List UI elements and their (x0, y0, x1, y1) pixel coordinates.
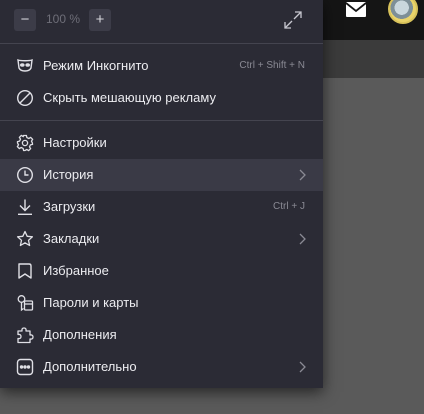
menu-item-label: Пароли и карты (43, 295, 139, 310)
clock-icon (16, 166, 34, 184)
menu-item-label: Избранное (43, 263, 109, 278)
menu-item-label: Режим Инкогнито (43, 58, 149, 73)
menu-item-hide-ads[interactable]: Скрыть мешающую рекламу (0, 82, 323, 114)
menu-item-incognito[interactable]: Режим Инкогнито Ctrl + Shift + N (0, 50, 323, 82)
menu-item-label: Дополнительно (43, 359, 137, 374)
menu-item-label: История (43, 167, 94, 182)
bookmark-icon (16, 262, 34, 280)
key-card-icon (16, 294, 34, 312)
menu-item-settings[interactable]: Настройки (0, 127, 323, 159)
browser-main-menu: − 100 % + Режим Инкогнито Ctrl + Shift +… (0, 0, 323, 388)
gear-icon (16, 134, 34, 152)
fullscreen-icon[interactable] (282, 9, 304, 31)
menu-item-extensions[interactable]: Дополнения (0, 319, 323, 351)
menu-item-label: Настройки (43, 135, 107, 150)
shortcut-text: Ctrl + J (273, 201, 305, 212)
block-ads-icon (16, 89, 34, 107)
shortcut-text: Ctrl + Shift + N (239, 60, 305, 71)
zoom-out-button[interactable]: − (14, 9, 36, 31)
star-icon (16, 230, 34, 248)
chevron-right-icon (297, 232, 307, 246)
menu-item-favorites[interactable]: Избранное (0, 255, 323, 287)
menu-item-passwords[interactable]: Пароли и карты (0, 287, 323, 319)
menu-item-history[interactable]: История (0, 159, 323, 191)
menu-item-label: Дополнения (43, 327, 117, 342)
menu-item-label: Загрузки (43, 199, 96, 214)
menu-item-label: Закладки (43, 231, 100, 246)
menu-divider (0, 120, 323, 121)
menu-item-bookmarks[interactable]: Закладки (0, 223, 323, 255)
zoom-in-button[interactable]: + (89, 9, 111, 31)
menu-item-label: Скрыть мешающую рекламу (43, 90, 216, 105)
zoom-level: 100 % (45, 12, 81, 26)
puzzle-icon (16, 326, 34, 344)
zoom-controls: − 100 % + (0, 0, 323, 42)
menu-divider (0, 43, 323, 44)
incognito-mask-icon (16, 57, 34, 75)
more-dots-icon (16, 358, 34, 376)
download-icon (16, 198, 34, 216)
menu-item-downloads[interactable]: Загрузки Ctrl + J (0, 191, 323, 223)
mail-icon[interactable] (344, 0, 368, 20)
chevron-right-icon (297, 168, 307, 182)
chevron-right-icon (297, 360, 307, 374)
menu-item-more[interactable]: Дополнительно (0, 351, 323, 383)
